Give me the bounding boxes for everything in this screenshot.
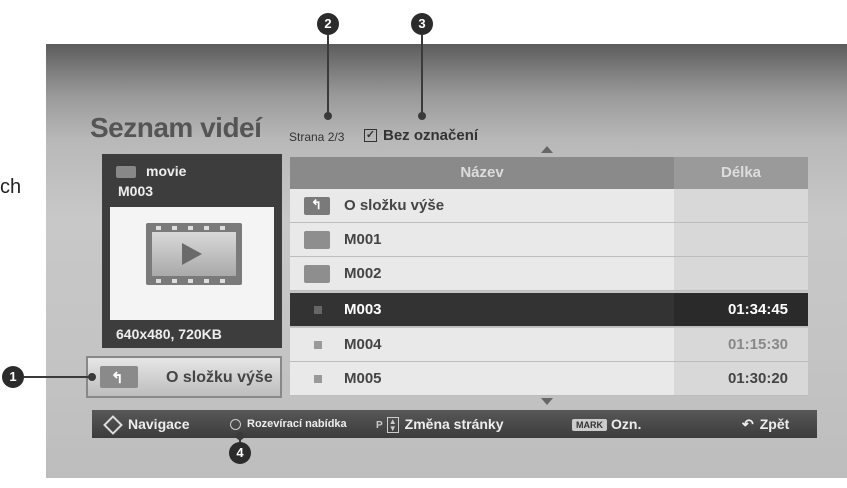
preview-file-name: M003 xyxy=(118,183,154,199)
popup-menu-label: Rozevírací nabídka xyxy=(247,418,347,430)
folder-up-icon: ↰ xyxy=(100,366,138,388)
preview-resolution: 640x480, 720KB xyxy=(116,326,222,342)
callout-2: 2 xyxy=(317,13,339,35)
file-marker-icon xyxy=(314,341,322,349)
list-item[interactable]: M001 xyxy=(290,223,808,257)
popup-menu-hint[interactable]: Rozevírací nabídka xyxy=(230,418,347,430)
mark-filter-checkbox[interactable]: ✓ Bez označení xyxy=(364,127,478,144)
play-icon xyxy=(182,243,202,265)
item-name: M005 xyxy=(344,370,382,387)
item-length: 01:30:20 xyxy=(727,370,788,387)
sprocket-icon xyxy=(156,226,161,230)
callout-3-leader xyxy=(421,35,423,115)
callout-1: 1 xyxy=(2,366,24,388)
preview-folder-name: movie xyxy=(146,163,187,179)
folder-icon xyxy=(116,166,136,178)
callout-2-leader xyxy=(327,35,329,115)
list-item-selected[interactable]: M003 01:34:45 xyxy=(290,293,808,327)
item-length: 01:15:30 xyxy=(727,336,788,353)
page-change-label: Změna stránky xyxy=(404,416,504,432)
up-folder-button-label: O složku výše xyxy=(166,369,273,386)
navigate-label: Navigace xyxy=(128,416,190,432)
page-key-label: P xyxy=(376,419,383,431)
item-name: O složku výše xyxy=(344,197,445,214)
folder-icon xyxy=(304,231,330,249)
folder-up-icon: ↰ xyxy=(304,197,330,215)
sprocket-icon xyxy=(188,279,193,283)
mark-label: Ozn. xyxy=(611,416,642,432)
item-name: M002 xyxy=(344,265,382,282)
page-indicator: Strana 2/3 xyxy=(289,130,345,144)
callout-1-dot xyxy=(88,373,96,381)
list-item[interactable]: M005 01:30:20 xyxy=(290,362,808,396)
callout-3: 3 xyxy=(411,13,433,35)
sprocket-icon xyxy=(188,226,193,230)
list-item[interactable]: M002 xyxy=(290,257,808,291)
sprocket-icon xyxy=(220,226,225,230)
navigate-hint[interactable]: Navigace xyxy=(103,415,190,436)
bottom-help-bar: Navigace Rozevírací nabídka P ▲ ▼ Změna str… xyxy=(92,410,817,438)
mark-hint[interactable]: MARK Ozn. xyxy=(572,416,641,432)
callout-4: 4 xyxy=(229,442,251,464)
folder-icon xyxy=(304,265,330,283)
ok-button-icon xyxy=(230,418,241,430)
callout-2-dot xyxy=(324,112,332,120)
item-name: M001 xyxy=(344,231,382,248)
item-length: 01:34:45 xyxy=(727,301,788,318)
callout-1-leader xyxy=(24,376,94,378)
navigation-arrows-icon xyxy=(103,415,123,436)
list-item[interactable]: ↰ O složku výše xyxy=(290,189,808,223)
sprocket-icon xyxy=(204,279,209,283)
sprocket-icon xyxy=(156,279,161,283)
scroll-down-arrow-icon[interactable] xyxy=(541,398,553,405)
item-name: M004 xyxy=(344,336,382,353)
sprocket-icon xyxy=(204,226,209,230)
page-up-down-icon: ▲ ▼ xyxy=(386,417,399,434)
file-marker-icon xyxy=(314,375,322,383)
checkbox-icon[interactable]: ✓ xyxy=(364,129,377,142)
back-label: Zpět xyxy=(759,416,790,432)
list-item[interactable]: M004 01:15:30 xyxy=(290,328,808,362)
page-change-hint[interactable]: P ▲ ▼ Změna stránky xyxy=(376,416,504,434)
back-hint[interactable]: ↶ Zpět xyxy=(742,416,789,433)
file-marker-icon xyxy=(314,306,322,314)
mark-key-icon: MARK xyxy=(572,419,607,432)
item-name: M003 xyxy=(344,301,382,318)
sprocket-icon xyxy=(172,279,177,283)
page-title: Seznam videí xyxy=(90,112,262,143)
sprocket-icon xyxy=(220,279,225,283)
column-header-length[interactable]: Délka xyxy=(674,157,808,189)
length-cell xyxy=(674,189,808,222)
side-text-fragment: ch xyxy=(0,176,22,198)
callout-3-dot xyxy=(418,112,426,120)
length-cell xyxy=(674,223,808,256)
sprocket-icon xyxy=(172,226,177,230)
column-header-name[interactable]: Název xyxy=(290,157,674,189)
checkbox-label: Bez označení xyxy=(383,127,479,144)
scroll-up-arrow-icon[interactable] xyxy=(541,146,553,153)
length-cell xyxy=(674,257,808,290)
back-icon: ↶ xyxy=(742,416,754,432)
